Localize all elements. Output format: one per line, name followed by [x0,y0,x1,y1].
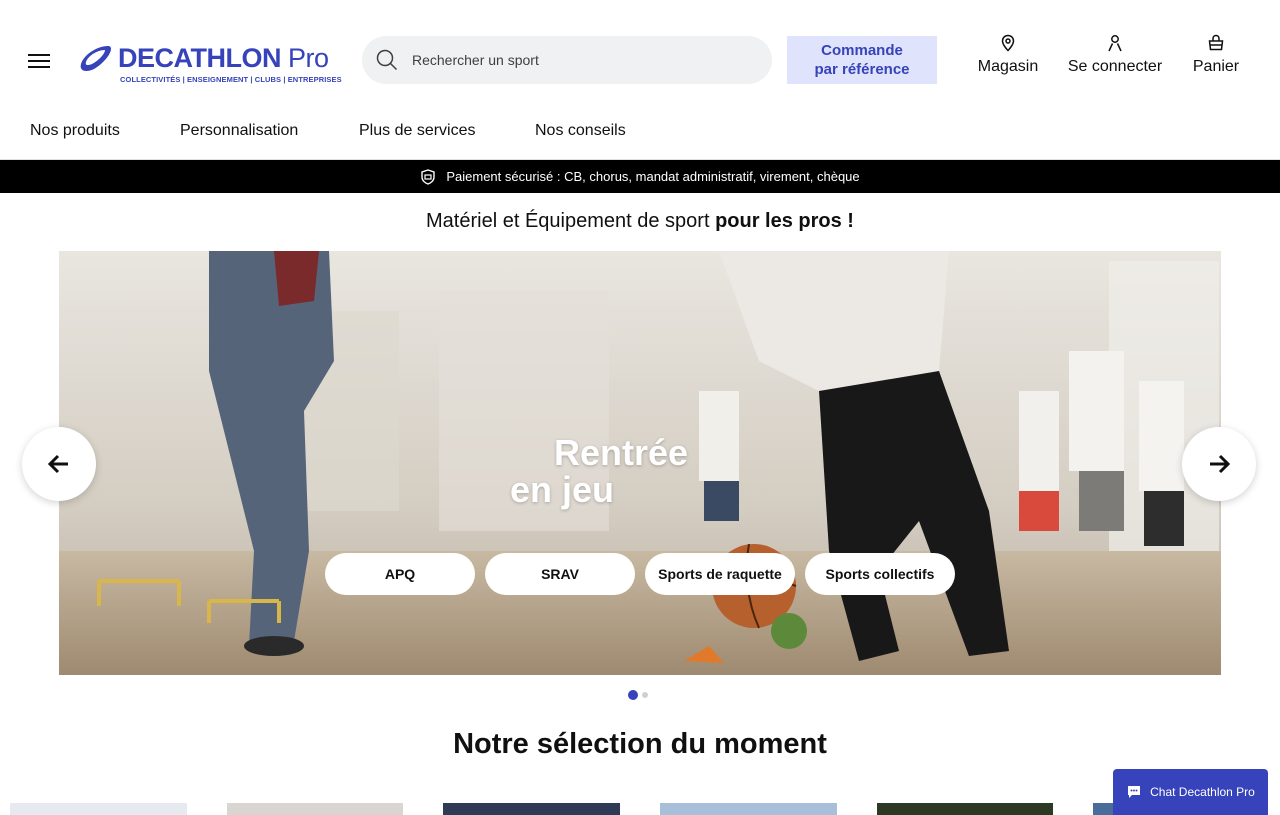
main-nav: Nos produits Personnalisation Plus de se… [0,122,1280,144]
hero-pill-srav[interactable]: SRAV [485,553,635,595]
product-thumbnail[interactable] [1093,803,1113,815]
arrow-right-icon [1210,454,1231,474]
carousel-next-button[interactable] [1182,427,1256,501]
login-link[interactable]: Se connecter [1062,34,1168,76]
store-link[interactable]: Magasin [972,34,1044,76]
search-input[interactable] [412,52,742,68]
user-icon [1108,35,1122,52]
hero-carousel[interactable]: Rentrée en jeu APQ SRAV Sports de raquet… [59,251,1221,675]
arrow-left-icon [47,454,68,474]
hero-title: Rentrée en jeu [510,432,689,508]
order-by-reference-line2: par référence [814,61,910,78]
carousel-dots [628,690,652,700]
hero-title-line2: en jeu [510,469,615,510]
product-thumbnail[interactable] [227,803,403,815]
logo-wordmark: DECATHLON Pro [118,43,329,73]
product-thumbnail[interactable] [443,803,620,815]
logo-tagline: COLLECTIVITÉS | ENSEIGNEMENT | CLUBS | E… [120,75,342,84]
chat-icon [1128,786,1141,798]
site-header: DECATHLON Pro COLLECTIVITÉS | ENSEIGNEME… [0,0,1280,160]
logo-mark-icon [80,46,111,72]
decathlon-pro-logo[interactable]: DECATHLON Pro COLLECTIVITÉS | ENSEIGNEME… [78,42,342,86]
login-label: Se connecter [1067,58,1163,75]
carousel-dot[interactable] [642,692,648,698]
nav-item-customization[interactable]: Personnalisation [180,122,298,140]
selection-title: Notre sélection du moment [453,728,827,760]
order-by-reference-line1: Commande [821,42,903,59]
tagline-regular: Matériel et Équipement de sport [426,210,716,232]
product-thumbnail[interactable] [10,803,187,815]
cart-link[interactable]: Panier [1186,34,1246,76]
hero-pill-racket-sports[interactable]: Sports de raquette [645,553,795,595]
menu-icon[interactable] [28,50,50,70]
nav-item-advice[interactable]: Nos conseils [535,122,626,140]
hero-title-line1: Rentrée [554,432,689,473]
order-by-reference-button[interactable]: Commande par référence [787,36,937,84]
nav-item-products[interactable]: Nos produits [30,122,120,140]
page-tagline: Matériel et Équipement de sport pour les… [0,210,1280,233]
secure-payment-text: Paiement sécurisé : CB, chorus, mandat a… [446,169,860,184]
carousel-prev-button[interactable] [22,427,96,501]
secure-payment-icon [421,168,436,185]
nav-item-services[interactable]: Plus de services [359,122,476,140]
carousel-dot-active[interactable] [628,690,638,700]
product-thumbnail[interactable] [660,803,837,815]
chat-label: Chat Decathlon Pro [1150,785,1255,799]
hero-pill-apq[interactable]: APQ [325,553,475,595]
store-label: Magasin [977,58,1039,75]
location-pin-icon [1001,34,1015,52]
secure-payment-banner: Paiement sécurisé : CB, chorus, mandat a… [0,160,1280,193]
tagline-bold: pour les pros ! [715,210,854,232]
product-thumbnail[interactable] [877,803,1053,815]
chat-button[interactable]: Chat Decathlon Pro [1113,769,1268,815]
cart-icon [1208,34,1224,51]
cart-label: Panier [1192,58,1240,75]
hero-pill-team-sports[interactable]: Sports collectifs [805,553,955,595]
search-bar[interactable] [362,36,772,84]
search-icon [376,49,398,71]
